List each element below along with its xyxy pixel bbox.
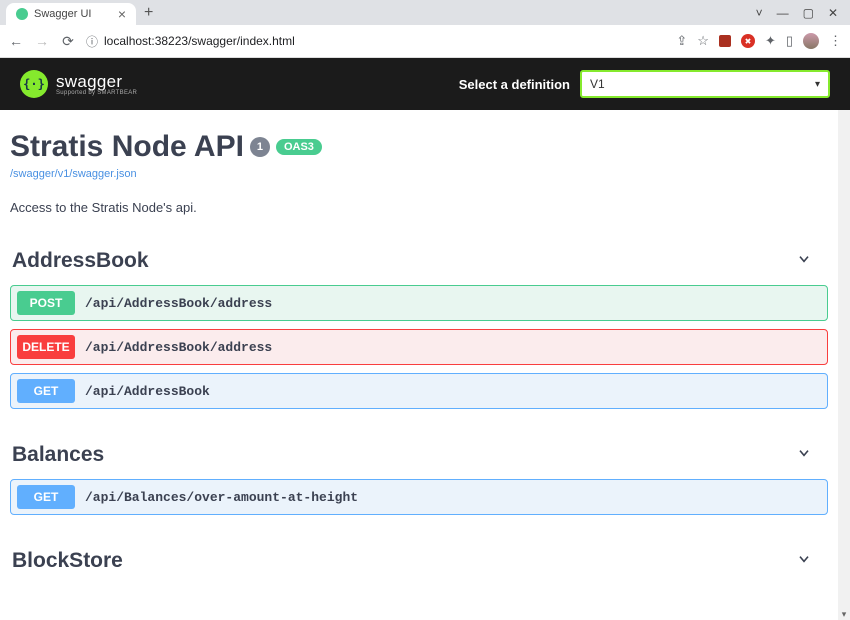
bookmark-icon[interactable]: ☆ [697,33,709,49]
device-icon[interactable]: ▯ [786,33,793,49]
extensions-puzzle-icon[interactable]: ✦ [765,33,776,49]
swagger-logo[interactable]: {·} swagger Supported by SMARTBEAR [20,70,137,98]
tag-name: Balances [12,443,104,467]
http-method-badge: GET [17,379,75,403]
share-icon[interactable]: ⇪ [676,33,687,49]
swagger-content: Stratis Node API 1 OAS3 /swagger/v1/swag… [0,110,838,597]
browser-address-bar: ← → ⟳ ⓘ localhost:38223/swagger/index.ht… [0,25,850,58]
new-tab-button[interactable]: + [144,4,153,22]
url-text: localhost:38223/swagger/index.html [104,34,295,48]
profile-avatar-icon[interactable] [803,33,819,49]
browser-menu-icon[interactable]: ⋮ [829,33,842,49]
extension-adblock-icon[interactable]: ✖ [741,34,755,48]
tag-header[interactable]: Balances [10,439,828,471]
site-info-icon[interactable]: ⓘ [86,33,98,50]
url-input[interactable]: ⓘ localhost:38223/swagger/index.html [86,33,666,50]
chevron-down-icon [796,551,812,567]
spec-link[interactable]: /swagger/v1/swagger.json [10,168,137,180]
tab-title: Swagger UI [34,8,91,20]
tag-section: BlockStore [10,545,828,577]
swagger-topbar: {·} swagger Supported by SMARTBEAR Selec… [0,58,850,110]
browser-tab-strip: Swagger UI × + ˅ — ▢ ✕ [0,0,850,25]
chevron-down-icon: ▾ [815,79,820,90]
maximize-icon[interactable]: ▢ [803,6,814,20]
api-title: Stratis Node API 1 OAS3 [10,130,828,164]
tag-section: Balances GET/api/Balances/over-amount-at-… [10,439,828,515]
api-title-text: Stratis Node API [10,130,244,164]
tag-name: BlockStore [12,549,123,573]
http-method-badge: POST [17,291,75,315]
operation-path: /api/AddressBook/address [85,296,272,311]
browser-tab[interactable]: Swagger UI × [6,3,136,25]
definition-select[interactable]: V1 ▾ [580,70,830,98]
reload-icon[interactable]: ⟳ [60,33,76,50]
operation-row[interactable]: GET/api/Balances/over-amount-at-height [10,479,828,515]
page-viewport: {·} swagger Supported by SMARTBEAR Selec… [0,58,850,620]
back-icon[interactable]: ← [8,33,24,49]
tag-header[interactable]: BlockStore [10,545,828,577]
tag-header[interactable]: AddressBook [10,245,828,277]
window-controls: ˅ — ▢ ✕ [756,6,844,20]
operation-path: /api/AddressBook [85,384,210,399]
operation-row[interactable]: GET/api/AddressBook [10,373,828,409]
swagger-logo-subtext: Supported by SMARTBEAR [56,90,137,96]
api-description: Access to the Stratis Node's api. [10,200,828,215]
close-window-icon[interactable]: ✕ [828,6,838,20]
swagger-favicon-icon [16,8,28,20]
operation-path: /api/Balances/over-amount-at-height [85,490,358,505]
minimize-icon[interactable]: — [777,6,789,20]
chevron-down-icon [796,251,812,267]
swagger-logo-text: swagger [56,73,137,90]
operation-row[interactable]: POST/api/AddressBook/address [10,285,828,321]
swagger-logo-icon: {·} [20,70,48,98]
http-method-badge: DELETE [17,335,75,359]
operation-row[interactable]: DELETE/api/AddressBook/address [10,329,828,365]
api-version-badge: 1 [250,137,270,157]
tab-close-icon[interactable]: × [118,6,126,22]
tag-name: AddressBook [12,249,149,273]
chevron-down-icon[interactable]: ˅ [756,6,763,20]
extension-icon[interactable] [719,35,731,47]
oas-badge: OAS3 [276,139,322,155]
definition-selected-value: V1 [590,77,605,91]
operation-path: /api/AddressBook/address [85,340,272,355]
tag-section: AddressBookPOST/api/AddressBook/addressD… [10,245,828,409]
http-method-badge: GET [17,485,75,509]
chevron-down-icon [796,445,812,461]
definition-select-label: Select a definition [459,77,570,92]
forward-icon: → [34,33,50,49]
